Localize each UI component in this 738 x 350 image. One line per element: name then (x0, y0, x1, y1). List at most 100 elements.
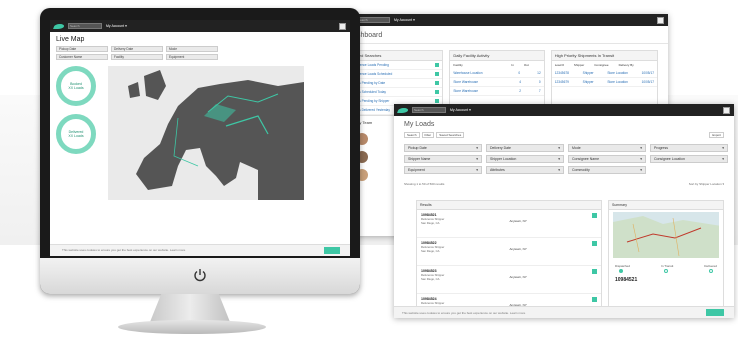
results-title: Results (417, 201, 601, 210)
saved-search-item[interactable]: Loads Scheduled Today (349, 88, 443, 97)
load-dials: Booked XX Loads Delivered XX Loads (56, 66, 104, 200)
monitor-stand (150, 294, 230, 322)
summary-title: Summary (609, 201, 723, 210)
filter-consignee-location[interactable]: Consignee Location ▾ (650, 155, 728, 163)
cookie-accept-button[interactable] (324, 247, 340, 254)
map-filters: Pickup Date Delivery Date Mode Customer … (50, 46, 350, 60)
filter-consignee-name[interactable]: Consignee Name ▾ (568, 155, 646, 163)
chevron-down-icon: ▾ (476, 157, 478, 161)
filter-pickup-date[interactable]: Pickup Date (56, 46, 108, 52)
filter-customer-name[interactable]: Customer Name (56, 54, 108, 60)
results-meta: Showing 1 to 50 of 500 results Sort by S… (394, 176, 734, 189)
check-icon (435, 81, 440, 85)
search-button[interactable]: Search (404, 132, 420, 138)
table-header: Facility In Out (453, 63, 529, 67)
filter-facility[interactable]: Facility (111, 54, 163, 60)
chevron-down-icon: ▾ (722, 157, 724, 161)
desktop-monitor: Search My Account ▾ Live Map Pickup Date… (40, 8, 360, 294)
check-icon (435, 99, 440, 103)
route-map[interactable] (613, 212, 719, 258)
cookie-accept-button[interactable] (706, 309, 724, 316)
chevron-down-icon: ▾ (558, 157, 560, 161)
filter-shipper-location[interactable]: Shipper Location ▾ (486, 155, 564, 163)
filter-delivery-date[interactable]: Delivery Date (111, 46, 163, 52)
table-row[interactable]: 12345679 Shipper Store Location 10/05/17 (551, 78, 657, 87)
filter-pickup-date[interactable]: Pickup Date ▾ (404, 144, 482, 152)
filter-commodity[interactable]: Commodity ▾ (568, 166, 646, 174)
page-title: Dashboard (338, 26, 668, 44)
my-team-panel: My Team (354, 118, 394, 187)
stage-dot (664, 269, 668, 273)
chevron-down-icon: ▾ (558, 146, 560, 150)
brand-logo[interactable] (397, 107, 409, 113)
saved-search-item[interactable]: Reference Loads Pending (349, 61, 443, 70)
loads-topbar: Search My Account ▾ (394, 104, 734, 116)
monitor-search-input[interactable]: Search (68, 23, 102, 29)
map-graphic (128, 70, 304, 200)
brand-logo[interactable] (53, 23, 65, 29)
saved-search-item[interactable]: Reference Loads Scheduled (349, 70, 443, 79)
check-icon (435, 63, 440, 67)
list-item[interactable]: 10984523 Reference Shipper San Diego, CA A… (417, 266, 601, 294)
chevron-down-icon: ▾ (640, 146, 642, 150)
table-header: Load # Shipper Consignee Delivery By (554, 63, 634, 67)
list-item[interactable]: 10984521 Reference Shipper San Diego, CA A… (417, 210, 601, 238)
delivered-dial[interactable]: Delivered XX Loads (56, 114, 96, 154)
account-menu[interactable]: My Account ▾ (394, 18, 415, 22)
results-panel: Results 10984521 Reference Shipper San Die… (416, 200, 602, 318)
list-item[interactable]: 10984522 Reference Shipper San Diego, CA A… (417, 238, 601, 266)
booked-dial[interactable]: Booked XX Loads (56, 66, 96, 106)
saved-search-item[interactable]: Loads Pending by Date (349, 79, 443, 88)
user-avatar[interactable] (723, 106, 730, 114)
monitor-topbar: Search My Account ▾ (50, 20, 350, 32)
cookie-text: This website uses cookies to ensure you … (402, 311, 526, 315)
table-row[interactable]: Store Warehouse 2 7 (450, 87, 544, 96)
summary-load-id: 10984521 (615, 277, 638, 283)
my-loads-window: Search My Account ▾ My Loads Search Filt… (394, 104, 734, 318)
route-map-graphic (613, 216, 719, 258)
table-row[interactable]: Warehouse Location 0 12 (450, 69, 544, 78)
dashboard-topbar: Search My Account ▾ (338, 14, 668, 26)
user-avatar[interactable] (339, 22, 346, 30)
account-menu[interactable]: My Account ▾ (450, 108, 471, 112)
live-map-screen: Search My Account ▾ Live Map Pickup Date… (50, 20, 350, 256)
sort-select[interactable]: Sort by Shipper Location ▾ (689, 182, 724, 186)
filter-delivery-date[interactable]: Delivery Date ▾ (486, 144, 564, 152)
table-row[interactable]: Store Warehouse 4 0 (450, 78, 544, 87)
chevron-down-icon: ▾ (476, 168, 478, 172)
check-icon (591, 213, 597, 218)
filter-mode[interactable]: Mode ▾ (568, 144, 646, 152)
summary-panel: Summary Dispatched In Transit Delivered 10… (608, 200, 724, 318)
card-title: Daily Facility Activity (450, 51, 544, 61)
card-title: Saved Searches (349, 51, 443, 61)
loads-search-input[interactable]: Search (412, 107, 446, 113)
chevron-down-icon: ▾ (476, 146, 478, 150)
chevron-down-icon: ▾ (722, 146, 724, 150)
results-count: Showing 1 to 50 of 500 results (404, 182, 445, 186)
loads-toolbar: Search Filter Saved Searches Export (394, 132, 734, 142)
filter-mode[interactable]: Mode (166, 46, 218, 52)
progress-stages: Dispatched In Transit Delivered (615, 264, 717, 268)
power-icon[interactable] (193, 268, 207, 282)
chevron-down-icon: ▾ (640, 168, 642, 172)
dashboard-search-input[interactable]: Search (356, 17, 390, 23)
page-title: My Loads (404, 121, 435, 128)
europe-map[interactable] (108, 66, 304, 200)
filter-shipper-name[interactable]: Shipper Name ▾ (404, 155, 482, 163)
check-icon (435, 72, 440, 76)
saved-searches-button[interactable]: Saved Searches (436, 132, 465, 138)
monitor-base (118, 320, 266, 334)
cookie-banner: This website uses cookies to ensure you … (50, 244, 350, 256)
card-title: High Priority Shipments In Transit (551, 51, 657, 61)
filter-attributes[interactable]: Attributes ▾ (486, 166, 564, 174)
filter-equipment[interactable]: Equipment (166, 54, 218, 60)
filter-progress[interactable]: Progress ▾ (650, 144, 728, 152)
filter-equipment[interactable]: Equipment ▾ (404, 166, 482, 174)
table-row[interactable]: 12345678 Shipper Store Location 10/05/17 (551, 69, 657, 78)
user-avatar[interactable] (657, 16, 664, 24)
export-button[interactable]: Export (709, 132, 724, 138)
account-menu[interactable]: My Account ▾ (106, 24, 127, 28)
filter-button[interactable]: Filter (421, 132, 435, 138)
check-icon (591, 269, 597, 274)
cookie-banner: This website uses cookies to ensure you … (394, 306, 734, 318)
